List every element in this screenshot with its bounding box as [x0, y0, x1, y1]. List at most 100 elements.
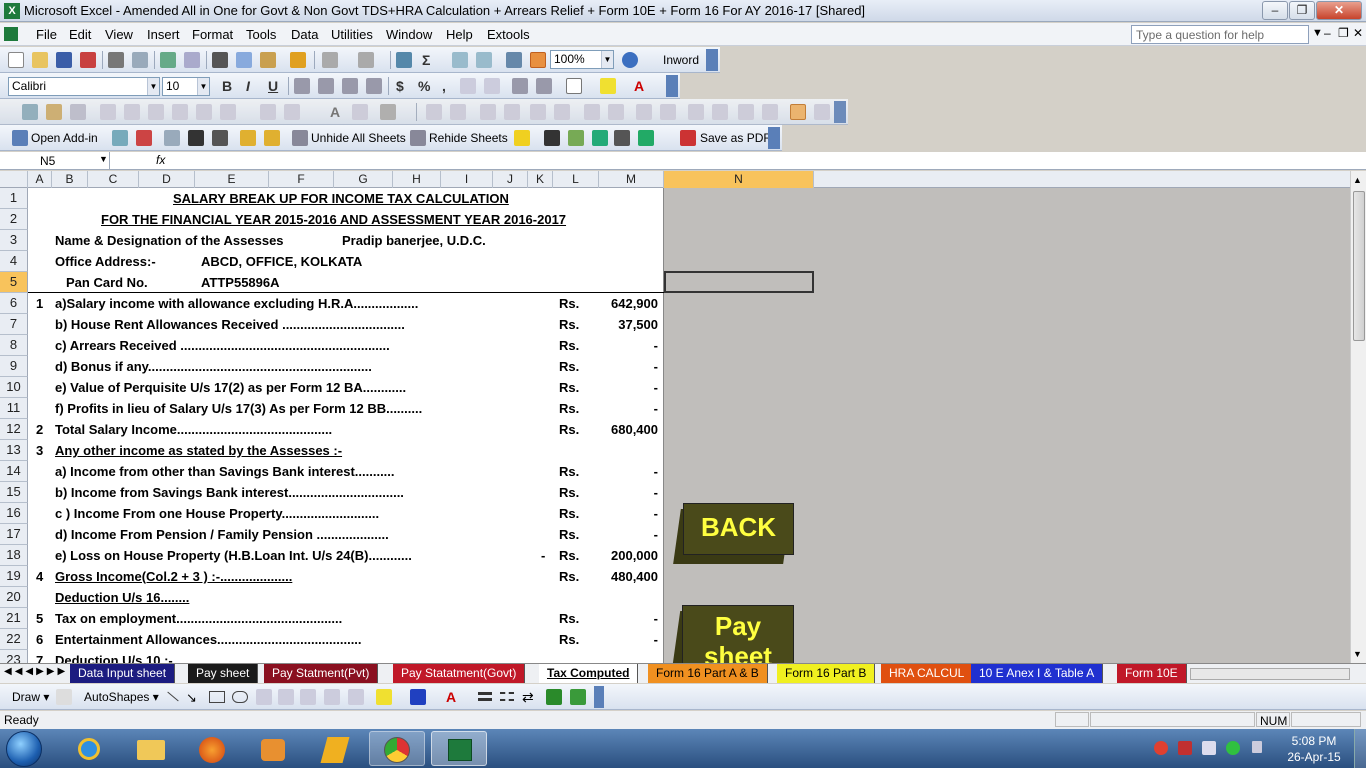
lightbulb-icon[interactable] — [514, 130, 530, 146]
office-label[interactable]: Office Address:- — [55, 254, 156, 269]
addin-grid-icon[interactable] — [544, 130, 560, 146]
clock-date[interactable]: 26-Apr-15 — [1284, 750, 1344, 764]
tab-pay-statatment-govt[interactable]: Pay Statatment(Govt) — [393, 664, 526, 683]
format-painter-icon[interactable] — [290, 52, 306, 68]
currency-label[interactable]: Rs. — [559, 422, 579, 437]
menu-extools[interactable]: Extools — [487, 27, 530, 42]
currency-label[interactable]: Rs. — [559, 569, 579, 584]
menu-help[interactable]: Help — [446, 27, 473, 42]
image-tool-icon[interactable] — [352, 104, 368, 120]
tab-10e-anex[interactable]: 10 E Anex I & Table A — [971, 664, 1104, 683]
tray-flag-icon[interactable] — [1252, 741, 1262, 753]
row-header-11[interactable]: 11 — [0, 398, 28, 419]
amount-value[interactable]: - — [600, 527, 658, 542]
decrease-decimal-icon[interactable] — [484, 78, 500, 94]
taskbar-firefox[interactable] — [184, 731, 240, 766]
pdf-icon[interactable] — [680, 130, 696, 146]
3d-icon[interactable] — [570, 689, 586, 705]
diagram-icon[interactable] — [324, 689, 340, 705]
save-as-pdf-button[interactable]: Save as PDF — [700, 131, 771, 145]
addin-tool-4-icon[interactable] — [188, 130, 204, 146]
line-number[interactable]: 3 — [36, 443, 43, 458]
col-header-h[interactable]: H — [393, 171, 441, 188]
bold-icon[interactable]: B — [222, 78, 232, 94]
run-dialog-icon[interactable] — [814, 104, 830, 120]
tray-network-icon[interactable] — [1178, 741, 1192, 755]
amount-value[interactable]: 680,400 — [600, 422, 658, 437]
unhide-sheets-icon[interactable] — [292, 130, 308, 146]
comma-icon[interactable]: , — [442, 78, 446, 94]
lock-icon[interactable] — [264, 130, 280, 146]
line-description[interactable]: Total Salary Income.....................… — [55, 422, 332, 437]
toolbar-options-icon-3[interactable] — [834, 101, 846, 123]
print-icon[interactable] — [108, 52, 124, 68]
line-description[interactable]: e) Loss on House Property (H.B.Loan Int.… — [55, 548, 412, 563]
line-description[interactable]: Gross Income(Col.2 + 3 ) :-.............… — [55, 569, 292, 584]
row-header-7[interactable]: 7 — [0, 314, 28, 335]
currency-label[interactable]: Rs. — [559, 338, 579, 353]
arrow-tool-icon[interactable]: ↘ — [186, 690, 197, 706]
select-objects-icon[interactable] — [56, 689, 72, 705]
combo-form-icon[interactable] — [608, 104, 624, 120]
font-size-combo[interactable]: 10 ▼ — [162, 77, 210, 96]
draw-menu-button[interactable]: Draw ▾ — [12, 690, 49, 704]
autosum-icon[interactable]: Σ — [422, 52, 430, 68]
currency-label[interactable]: Rs. — [559, 527, 579, 542]
taskbar-explorer[interactable] — [123, 731, 179, 766]
textbox-tool-icon[interactable] — [256, 689, 272, 705]
row-header-16[interactable]: 16 — [0, 503, 28, 524]
row-header-18[interactable]: 18 — [0, 545, 28, 566]
option-tool-icon[interactable] — [124, 104, 140, 120]
tab-hra-calcul[interactable]: HRA CALCUL — [881, 664, 974, 683]
tray-status-icon[interactable] — [1226, 741, 1240, 755]
menu-view[interactable]: View — [105, 27, 133, 42]
list-tool-icon[interactable] — [148, 104, 164, 120]
addin-tool-2-icon[interactable] — [136, 130, 152, 146]
print-preview-icon[interactable] — [132, 52, 148, 68]
currency-label[interactable]: Rs. — [559, 464, 579, 479]
currency-label[interactable]: Rs. — [559, 611, 579, 626]
amount-value[interactable]: 642,900 — [600, 296, 658, 311]
tab-form-16-part-b[interactable]: Form 16 Part B — [777, 664, 876, 683]
office-value[interactable]: ABCD, OFFICE, KOLKATA — [201, 254, 362, 269]
row-header-10[interactable]: 10 — [0, 377, 28, 398]
line-style-icon[interactable] — [478, 692, 492, 701]
amount-value[interactable]: - — [600, 611, 658, 626]
grid-tool-icon[interactable] — [196, 104, 212, 120]
menu-window[interactable]: Window — [386, 27, 432, 42]
clipart-icon[interactable] — [348, 689, 364, 705]
tab-data-input-sheet[interactable]: Data Input sheet — [70, 664, 176, 683]
currency-label[interactable]: Rs. — [559, 632, 579, 647]
merge-center-icon[interactable] — [366, 78, 382, 94]
line-description[interactable]: c ) Income From one House Property......… — [55, 506, 379, 521]
font-color-icon[interactable]: A — [634, 78, 644, 94]
font-name-combo[interactable]: Calibri ▼ — [8, 77, 160, 96]
col-header-e[interactable]: E — [195, 171, 269, 188]
line-description[interactable]: a)Salary income with allowance excluding… — [55, 296, 418, 311]
font-dropdown-icon[interactable]: ▼ — [147, 78, 159, 95]
form-tool-3-icon[interactable] — [70, 104, 86, 120]
close-button[interactable]: ✕ — [1316, 1, 1362, 20]
check-form-icon[interactable] — [530, 104, 546, 120]
combo-tool-icon[interactable] — [172, 104, 188, 120]
tab-form-10e[interactable]: Form 10E — [1117, 664, 1187, 683]
col-header-n[interactable]: N — [664, 171, 814, 188]
taskbar-chrome[interactable] — [369, 731, 425, 766]
amount-value[interactable]: - — [600, 632, 658, 647]
hyperlink-icon[interactable] — [396, 52, 412, 68]
select-all-corner[interactable] — [0, 171, 28, 188]
function-icon[interactable]: fx — [156, 153, 165, 167]
minimize-button[interactable]: – — [1262, 1, 1288, 20]
line-number[interactable]: 6 — [36, 632, 43, 647]
currency-label[interactable]: Rs. — [559, 485, 579, 500]
restore-button[interactable]: ❐ — [1289, 1, 1315, 20]
row-header-1[interactable]: 1 — [0, 188, 28, 209]
taskbar-winamp[interactable] — [306, 731, 362, 766]
properties-form-icon[interactable] — [688, 104, 704, 120]
scroll-down-icon[interactable]: ▼ — [1353, 649, 1362, 659]
start-button[interactable] — [6, 731, 42, 767]
menu-tools[interactable]: Tools — [246, 27, 276, 42]
row-header-12[interactable]: 12 — [0, 419, 28, 440]
form-tool-2-icon[interactable] — [46, 104, 62, 120]
drawing-icon[interactable] — [530, 52, 546, 68]
